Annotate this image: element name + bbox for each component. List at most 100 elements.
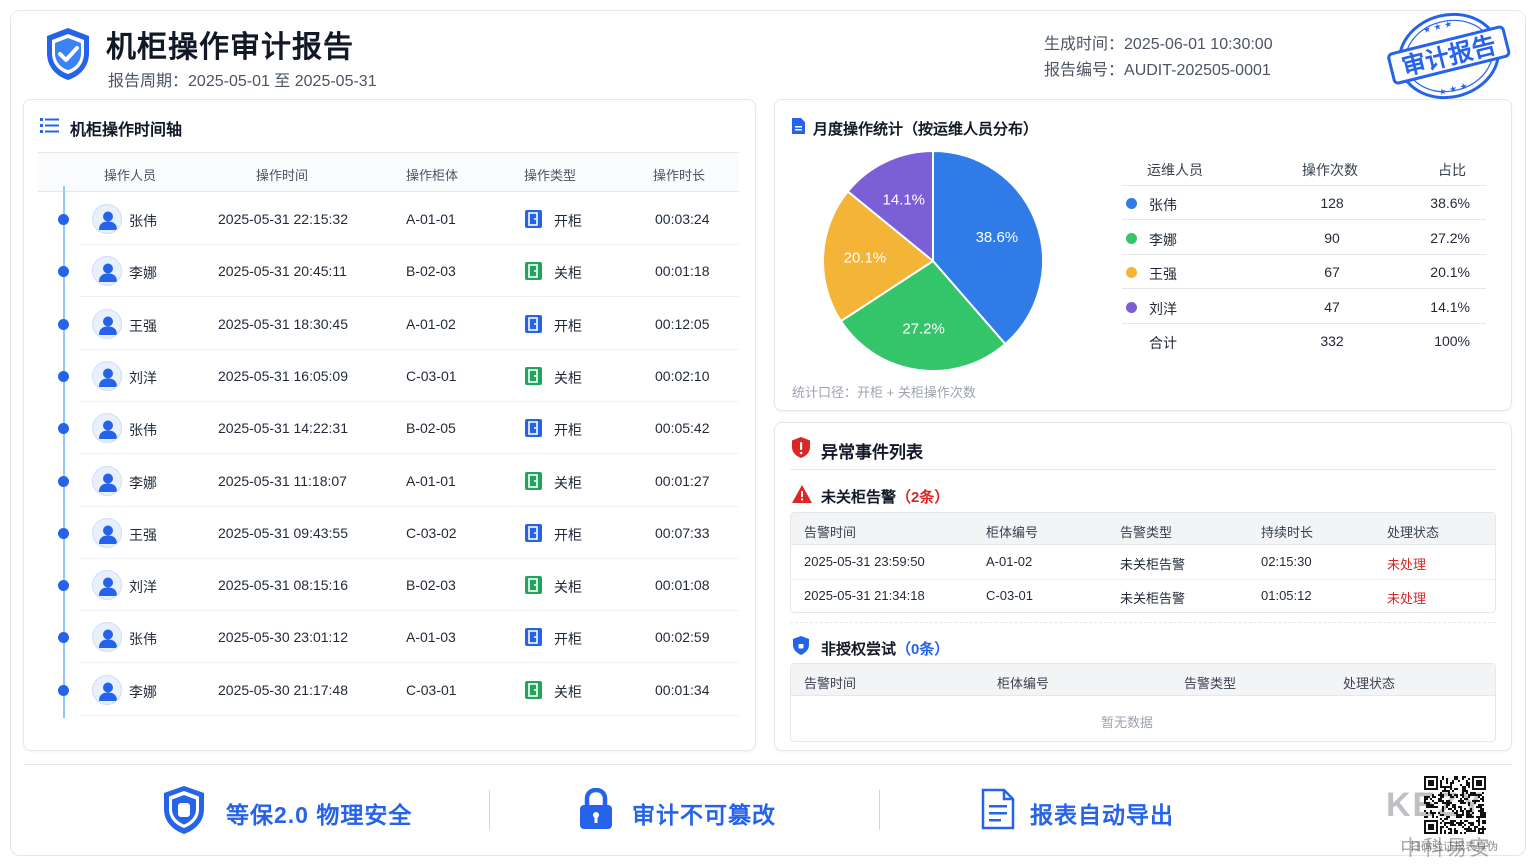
operation-type: 关柜: [554, 265, 582, 282]
cabinet-id: C-03-01: [406, 681, 457, 698]
door-open-icon: [525, 210, 542, 228]
door-closed-icon: [525, 680, 542, 699]
operation-time: 2025-05-31 16:05:09: [218, 367, 348, 384]
user-avatar-icon: [92, 517, 122, 548]
alert-shield-icon: [792, 437, 810, 458]
list-icon: [40, 118, 59, 133]
operator-pie-chart: 38.6% 27.2% 20.1% 14.1%: [822, 150, 1044, 372]
timeline-dot: [58, 214, 69, 225]
legend-dot: [1126, 301, 1137, 313]
alarm-cabinet: C-03-01: [986, 588, 1033, 603]
operation-type: 关柜: [554, 369, 582, 386]
alarm-type: 未关柜告警: [1120, 557, 1186, 572]
operation-duration: 00:02:10: [655, 367, 710, 384]
operation-ratio: 20.1%: [1430, 264, 1470, 280]
stats-row: 王强 67 20.1%: [1122, 255, 1486, 289]
stats-note: 统计口径：开柜 + 关柜操作次数: [792, 385, 976, 400]
operation-duration: 00:12:05: [655, 315, 710, 332]
qr-code[interactable]: [1424, 776, 1486, 834]
timeline-row[interactable]: 刘洋 2025-05-31 08:15:16 B-02-03 关柜 00:01:08: [38, 559, 739, 612]
operation-time: 2025-05-31 08:15:16: [218, 577, 348, 594]
operation-duration: 00:02:59: [655, 629, 710, 646]
operator-name: 李娜: [129, 474, 157, 491]
door-closed-icon: [525, 471, 542, 490]
pie-label: 27.2%: [902, 321, 945, 338]
operator-name: 张伟: [129, 422, 157, 439]
operator-name: 张伟: [129, 631, 157, 648]
user-avatar-icon: [92, 674, 122, 705]
user-avatar-icon: [92, 622, 122, 653]
operation-count: 128: [1320, 195, 1344, 211]
cabinet-id: B-02-05: [406, 420, 456, 437]
footer-divider: [24, 764, 1512, 765]
col-ratio: 占比: [1438, 162, 1466, 178]
operator-name: 合计: [1149, 335, 1177, 351]
timeline-row[interactable]: 王强 2025-05-31 09:43:55 C-03-02 开柜 00:07:33: [38, 507, 739, 559]
stats-row: 李娜 90 27.2%: [1122, 221, 1486, 255]
timeline-row[interactable]: 张伟 2025-05-31 22:15:32 A-01-01 开柜 00:03:24: [38, 193, 739, 245]
user-avatar-icon: [92, 570, 122, 601]
operator-name: 刘洋: [1149, 300, 1177, 317]
report-title: 机柜操作审计报告: [106, 31, 354, 64]
operator-name: 李娜: [129, 683, 157, 700]
operator-name: 张伟: [129, 213, 157, 229]
timeline-dot: [58, 266, 69, 278]
anomaly-title: 异常事件列表: [821, 443, 923, 462]
user-avatar-icon: [92, 413, 122, 444]
timeline-dot: [58, 370, 69, 382]
col-alarm-duration: 持续时长: [1261, 525, 1314, 540]
timeline-row[interactable]: 李娜 2025-05-31 20:45:11 B-02-03 关柜 00:01:18: [38, 245, 739, 298]
operation-ratio: 100%: [1434, 333, 1470, 349]
timeline-row[interactable]: 张伟 2025-05-30 23:01:12 A-01-03 开柜 00:02:59: [38, 611, 739, 664]
unauthorized-count: （0条）: [896, 641, 950, 658]
door-open-icon: [525, 523, 542, 542]
generated-time: 生成时间：2025-06-01 10:30:00: [1044, 36, 1273, 53]
anomaly-divider: [790, 469, 1496, 470]
timeline-row[interactable]: 王强 2025-05-31 18:30:45 A-01-02 开柜 00:12:05: [38, 298, 739, 350]
operation-time: 2025-05-31 09:43:55: [218, 524, 348, 541]
operation-type: 关柜: [554, 474, 582, 491]
operation-count: 90: [1324, 229, 1340, 246]
operation-duration: 00:01:08: [655, 577, 710, 594]
door-closed-icon: [525, 576, 542, 595]
timeline-row[interactable]: 张伟 2025-05-31 14:22:31 B-02-05 开柜 00:05:42: [38, 402, 739, 455]
timeline-dot: [58, 475, 69, 487]
stats-title: 月度操作统计（按运维人员分布）: [813, 121, 1039, 138]
operator-name: 王强: [129, 526, 157, 543]
legend-dot: [1126, 267, 1137, 278]
operation-type: 关柜: [554, 683, 582, 700]
security-shield-icon: [164, 786, 204, 834]
operation-time: 2025-05-31 14:22:31: [218, 420, 348, 437]
unauthorized-table: 告警时间 柜体编号 告警类型 处理状态 暂无数据: [790, 663, 1496, 742]
col-alarm-status: 处理状态: [1343, 676, 1396, 691]
timeline-row[interactable]: 李娜 2025-05-30 21:17:48 C-03-01 关柜 00:01:34: [38, 664, 739, 716]
operation-time: 2025-05-31 11:18:07: [218, 472, 347, 489]
timeline-table-header: 操作人员 操作时间 操作柜体 操作类型 操作时长: [38, 152, 739, 192]
operation-duration: 00:05:42: [655, 420, 710, 437]
timeline-row[interactable]: 刘洋 2025-05-31 16:05:09 C-03-01 关柜 00:02:10: [38, 350, 739, 402]
timeline-row[interactable]: 李娜 2025-05-31 11:18:07 A-01-01 关柜 00:01:27: [38, 455, 739, 507]
operation-type: 开柜: [554, 526, 582, 543]
alarm-status[interactable]: 未处理: [1387, 588, 1426, 607]
operation-ratio: 38.6%: [1430, 195, 1470, 211]
col-alarm-type: 告警类型: [1184, 676, 1237, 691]
timeline-dot: [58, 318, 69, 330]
shield-check-icon: [47, 28, 89, 80]
alarm-status[interactable]: 未处理: [1387, 554, 1426, 573]
operation-duration: 00:01:18: [655, 263, 710, 280]
cabinet-id: C-03-01: [406, 367, 457, 384]
footer-tamperproof: 审计不可篡改: [632, 802, 776, 828]
operation-duration: 00:03:24: [655, 211, 710, 227]
operation-type: 开柜: [554, 422, 582, 439]
unclosed-alarm-table: 告警时间 柜体编号 告警类型 持续时长 处理状态 2025-05-31 23:5…: [790, 512, 1496, 613]
col-alarm-time: 告警时间: [804, 525, 857, 540]
warning-triangle-icon: [792, 485, 812, 503]
timeline-dot: [58, 632, 69, 644]
audit-stamp: ★ ★ ★ ★ ★ ★ 审计报告: [1387, 12, 1511, 100]
stats-total-row: 合计 332 100%: [1122, 324, 1486, 358]
door-open-icon: [525, 628, 542, 647]
alarm-duration: 01:05:12: [1261, 588, 1312, 603]
col-alarm-type: 告警类型: [1120, 525, 1173, 540]
cabinet-id: B-02-03: [406, 263, 456, 280]
stats-row: 刘洋 47 14.1%: [1122, 290, 1486, 324]
